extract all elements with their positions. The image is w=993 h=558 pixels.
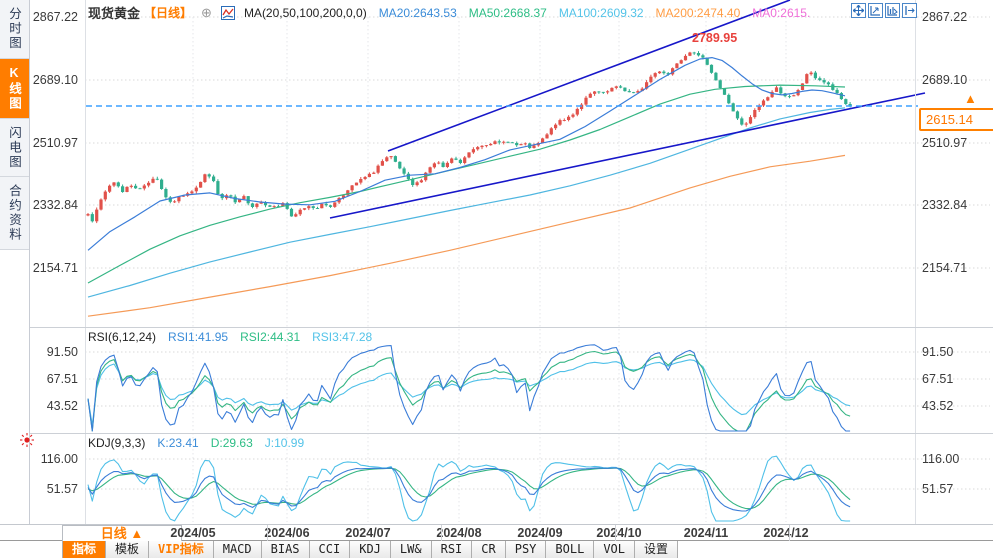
axis-label: 67.51 bbox=[922, 372, 954, 386]
left-axis-divider bbox=[85, 0, 86, 524]
price-up-arrow: ▲ bbox=[964, 91, 977, 106]
toolbar-tab-CR[interactable]: CR bbox=[472, 541, 506, 558]
rsi-value: RSI1:41.95 bbox=[168, 330, 229, 344]
axis-label: 67.51 bbox=[46, 372, 78, 386]
zoom-bars-icon[interactable] bbox=[885, 3, 900, 18]
axis-label: 91.50 bbox=[46, 345, 78, 359]
axis-label: 2510.97 bbox=[32, 136, 78, 150]
axis-label: 2867.22 bbox=[32, 10, 78, 24]
zoom-range-icon[interactable] bbox=[868, 3, 883, 18]
toolbar-tab-设置[interactable]: 设置 bbox=[635, 541, 679, 558]
toolbar-tab-BIAS[interactable]: BIAS bbox=[261, 541, 310, 558]
axis-separator bbox=[267, 525, 268, 541]
kdj-value: D:29.63 bbox=[210, 436, 253, 450]
kdj-title: KDJ(9,3,3) bbox=[88, 436, 146, 450]
kdj-header: KDJ(9,3,3) K:23.41 D:29.63 J:10.99 bbox=[88, 436, 304, 450]
ma-value: MA200:2474.40 bbox=[655, 5, 741, 20]
axis-label: 2689.10 bbox=[32, 73, 78, 87]
ma-value: MA0:2615. bbox=[752, 5, 811, 20]
pan-crosshair-icon[interactable] bbox=[851, 3, 866, 18]
ma-value: MA(20,50,100,200,0,0) bbox=[243, 5, 367, 20]
right-axis-divider bbox=[915, 0, 916, 524]
axis-label: 2332.84 bbox=[32, 198, 78, 212]
rsi-header: RSI(6,12,24) RSI1:41.95 RSI2:44.31 RSI3:47… bbox=[88, 330, 372, 344]
kdj-value: J:10.99 bbox=[264, 436, 305, 450]
rsi-value: RSI2:44.31 bbox=[240, 330, 301, 344]
axis-label: 2689.10 bbox=[922, 73, 968, 87]
ma-value: MA100:2609.32 bbox=[558, 5, 644, 20]
alert-sun-icon[interactable] bbox=[19, 432, 35, 451]
month-label: 2024/12 bbox=[763, 526, 809, 540]
axis-label: 91.50 bbox=[922, 345, 954, 359]
rsi-values: RSI1:41.95 RSI2:44.31 RSI3:47.28 bbox=[168, 330, 372, 344]
month-label: 2024/05 bbox=[170, 526, 216, 540]
axis-label: 51.57 bbox=[46, 482, 78, 496]
axis-separator bbox=[789, 525, 790, 541]
last-price-tag: 2615.14 bbox=[919, 108, 993, 131]
rsi-value: RSI3:47.28 bbox=[312, 330, 373, 344]
exit-right-icon[interactable] bbox=[902, 3, 917, 18]
axis-label: 2154.71 bbox=[922, 261, 968, 275]
axis-separator bbox=[615, 525, 616, 541]
indicator-toolbar: 指标 模板 VIP指标 MACD BIAS CCI KDJ LW& RSI CR PSY BOLL VO… bbox=[0, 541, 993, 558]
toolbar-tab-BOLL[interactable]: BOLL bbox=[546, 541, 595, 558]
peak-price-label: 2789.95 bbox=[692, 31, 738, 45]
ma-value: MA20:2643.53 bbox=[378, 5, 457, 20]
axis-label: 43.52 bbox=[46, 399, 78, 413]
symbol-name: 现货黄金 bbox=[88, 6, 141, 21]
chart-tools bbox=[851, 3, 917, 18]
axis-label: 51.57 bbox=[922, 482, 954, 496]
axis-label: 116.00 bbox=[922, 452, 960, 466]
toolbar-tab-模板[interactable]: 模板 bbox=[106, 541, 150, 558]
axis-label: 2332.84 bbox=[922, 198, 968, 212]
toolbar-tab-MACD[interactable]: MACD bbox=[213, 541, 262, 558]
toolbar-tab-PSY[interactable]: PSY bbox=[505, 541, 547, 558]
month-label: 2024/08 bbox=[436, 526, 482, 540]
month-label: 2024/11 bbox=[683, 526, 729, 540]
month-label: 2024/07 bbox=[345, 526, 391, 540]
axis-label: 2510.97 bbox=[922, 136, 968, 150]
toolbar-tab-RSI[interactable]: RSI bbox=[431, 541, 473, 558]
toolbar-tab-VOL[interactable]: VOL bbox=[594, 541, 636, 558]
time-axis-row: 日线 ▲ 2024/05 2024/06 2024/07 2024/08 2024/09… bbox=[0, 524, 993, 542]
chart-header: 现货黄金 【日线】 ⊕ MA(20,50,100,200,0,0) MA20:26… bbox=[88, 3, 810, 22]
add-overlay-icon[interactable]: ⊕ bbox=[201, 6, 212, 19]
pane-divider-rsi bbox=[30, 327, 993, 328]
period-tag: 【日线】 bbox=[144, 6, 193, 20]
axis-label: 2154.71 bbox=[32, 261, 78, 275]
month-label: 2024/10 bbox=[596, 526, 642, 540]
axis-label: 116.00 bbox=[40, 452, 78, 466]
month-label: 2024/09 bbox=[517, 526, 563, 540]
trading-app-window: { "colors":{ "up":"#e1514a","down":"#2fa… bbox=[0, 0, 993, 558]
pane-divider-kdj bbox=[30, 433, 993, 434]
toolbar-tab-CCI[interactable]: CCI bbox=[309, 541, 351, 558]
ma-values: MA(20,50,100,200,0,0) MA20:2643.53 MA50:26… bbox=[244, 6, 810, 20]
toolbar-tab-VIP指标[interactable]: VIP指标 bbox=[149, 541, 214, 558]
axis-separator bbox=[441, 525, 442, 541]
kdj-value: K:23.41 bbox=[157, 436, 199, 450]
ma-value: MA50:2668.37 bbox=[468, 5, 547, 20]
mini-chart-icon bbox=[220, 5, 235, 20]
axis-label: 2867.22 bbox=[922, 10, 968, 24]
toolbar-tab-KDJ[interactable]: KDJ bbox=[350, 541, 391, 558]
toolbar-tab-指标[interactable]: 指标 bbox=[62, 541, 107, 558]
month-label: 2024/06 bbox=[264, 526, 310, 540]
axis-label: 43.52 bbox=[922, 399, 954, 413]
kdj-values: K:23.41 D:29.63 J:10.99 bbox=[157, 436, 304, 450]
rsi-title: RSI(6,12,24) bbox=[88, 330, 157, 344]
toolbar-tab-LW&[interactable]: LW& bbox=[390, 541, 432, 558]
